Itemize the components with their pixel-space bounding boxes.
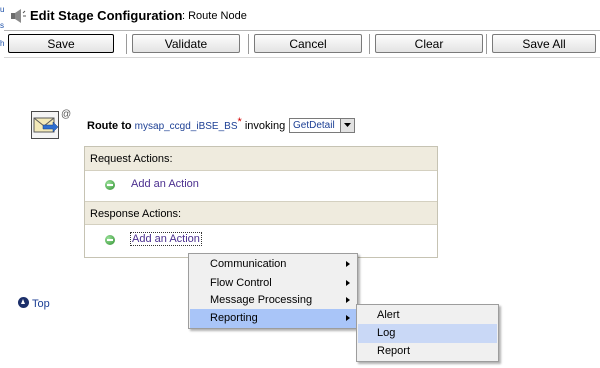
toolbar-separator bbox=[486, 34, 489, 54]
chevron-right-icon bbox=[346, 297, 350, 303]
business-service-link[interactable]: mysap_ccgd_iBSE_BS bbox=[135, 121, 238, 132]
validate-button[interactable]: Validate bbox=[132, 34, 240, 53]
page-header: Edit Stage Configuration : Route Node bbox=[4, 0, 600, 31]
chevron-right-icon bbox=[346, 261, 350, 267]
route-to-label: Route to bbox=[87, 120, 132, 132]
route-to-line: Route to mysap_ccgd_iBSE_BS* invoking bbox=[87, 116, 286, 132]
save-button[interactable]: Save bbox=[8, 34, 114, 53]
actions-panel: Request Actions: Add an Action Response … bbox=[84, 146, 438, 258]
toolbar-separator bbox=[369, 34, 372, 54]
request-add-action-row: Add an Action bbox=[85, 172, 437, 198]
request-actions-header: Request Actions: bbox=[85, 147, 437, 171]
invoking-label: invoking bbox=[244, 120, 286, 132]
reporting-submenu: Alert Log Report bbox=[356, 304, 499, 362]
page-subtitle: : Route Node bbox=[182, 10, 247, 22]
submenu-item-alert[interactable]: Alert bbox=[358, 306, 497, 325]
toolbar-separator bbox=[248, 34, 251, 54]
chevron-down-icon[interactable] bbox=[340, 119, 354, 132]
save-all-button[interactable]: Save All bbox=[492, 34, 596, 53]
menu-item-label: Message Processing bbox=[210, 294, 313, 306]
chevron-right-icon bbox=[346, 280, 350, 286]
route-envelope-icon[interactable] bbox=[31, 111, 59, 139]
cancel-button[interactable]: Cancel bbox=[254, 34, 362, 53]
response-add-action-link[interactable]: Add an Action bbox=[130, 232, 202, 246]
response-add-action-row: Add an Action bbox=[85, 227, 437, 253]
clear-button[interactable]: Clear bbox=[375, 34, 483, 53]
required-marker: * bbox=[237, 116, 242, 128]
menu-item-label: Communication bbox=[210, 258, 287, 270]
top-link-label: Top bbox=[32, 298, 50, 310]
page-title: Edit Stage Configuration bbox=[30, 8, 183, 23]
response-actions-header: Response Actions: bbox=[85, 201, 437, 225]
submenu-item-log[interactable]: Log bbox=[358, 324, 497, 343]
menu-item-label: Reporting bbox=[210, 312, 258, 324]
toolbar-separator bbox=[126, 34, 129, 54]
toolbar-divider bbox=[4, 57, 600, 58]
menu-item-reporting[interactable]: Reporting bbox=[190, 309, 356, 328]
menu-item-communication[interactable]: Communication bbox=[190, 255, 356, 274]
request-add-action-link[interactable]: Add an Action bbox=[131, 178, 199, 190]
operation-select[interactable]: GetDetail bbox=[289, 118, 355, 133]
arrow-up-icon bbox=[18, 297, 29, 308]
action-toolbar: Save Validate Cancel Clear Save All bbox=[4, 32, 600, 56]
add-icon[interactable] bbox=[105, 180, 115, 190]
chevron-right-icon bbox=[346, 315, 350, 321]
speaker-node-icon bbox=[11, 9, 26, 23]
submenu-item-report[interactable]: Report bbox=[358, 342, 497, 361]
top-link[interactable]: Top bbox=[18, 297, 50, 310]
operation-select-value: GetDetail bbox=[293, 120, 335, 131]
action-context-menu: Communication Flow Control Message Proce… bbox=[188, 253, 358, 329]
route-at-marker: @ bbox=[61, 109, 72, 120]
menu-item-message-processing[interactable]: Message Processing bbox=[190, 291, 356, 310]
menu-item-label: Flow Control bbox=[210, 277, 272, 289]
add-icon[interactable] bbox=[105, 235, 115, 245]
